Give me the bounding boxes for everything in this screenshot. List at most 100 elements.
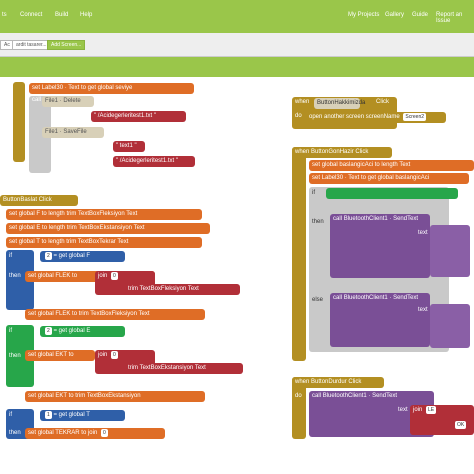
num1-value: 1 (45, 411, 52, 419)
else-kw-2: else (9, 393, 21, 399)
file1-savefile-ref[interactable]: File1 · SaveFile (42, 127, 104, 138)
filename-string[interactable]: " /Acidegerleritest1.txt " (91, 111, 186, 122)
global-f-ref: global F (18, 211, 41, 217)
length-kw-t: length (48, 239, 65, 245)
length-keyword: length (381, 162, 398, 168)
trim-ekstansiyon[interactable]: trim TextBoxEkstansiyon Text (125, 363, 243, 374)
filename-label: fileName (59, 112, 83, 118)
ok-value: OK (455, 421, 467, 429)
num2-value: 2 (45, 252, 52, 260)
set-global-ekt-2[interactable]: set global EKT to trim TextBoxEkstansiyo… (25, 391, 205, 402)
global-flek-ref: global FLEK (37, 273, 71, 279)
bluetooth-ref-3: BluetoothClient1 (322, 393, 367, 399)
bluetooth-ref-2: BluetoothClient1 (343, 295, 388, 301)
global-flek-ref-2: global FLEK (37, 311, 71, 317)
delete-method: Delete (63, 98, 81, 104)
trim-kw-ekt: trim (128, 365, 138, 371)
get-kw-e: get (58, 328, 67, 334)
tb-fleksiyon-ref-3: TextBoxFleksiyon (90, 311, 137, 317)
le-value: LE (426, 406, 437, 414)
when-gonhazir-click[interactable]: when ButtonGonHazir Click (292, 147, 392, 158)
block-group-save[interactable]: set Label30 · Text to get global seviye … (13, 82, 195, 182)
global-t-ref-2: global T (68, 412, 90, 418)
text-prop-e: Text (133, 225, 145, 231)
set-keyword-2: set (312, 162, 321, 168)
join-block-2[interactable] (430, 304, 470, 348)
set-global-baslangic[interactable]: set global baslangicAci to length Text (309, 160, 474, 171)
add-screen-button[interactable]: Add Screen... (47, 40, 86, 50)
set-global-ekt[interactable]: set global EKT to (25, 350, 95, 361)
eq-op-2: = (53, 328, 57, 334)
set-label30-text[interactable]: set Label30 · Text to get global baslang… (309, 173, 469, 184)
set-kw-f: set (9, 211, 18, 217)
link-report-issue[interactable]: Report an Issue (436, 12, 474, 24)
when-baslat-click[interactable]: ButtonBaslat Click (0, 195, 78, 206)
sendtext-method-3: SendText (372, 393, 398, 399)
block-group-durdur[interactable]: when ButtonDurdur Click do call Bluetoot… (292, 377, 474, 447)
tb-tekrar-ref: TextBoxTekrar (77, 239, 116, 245)
link-gallery[interactable]: Gallery (385, 12, 404, 18)
menu-build[interactable]: Build (55, 12, 68, 18)
block-group-hakkimizda[interactable]: when ButtonHakkimizda Click do open anot… (292, 97, 446, 129)
length-kw-e: length (48, 225, 66, 231)
join-block[interactable] (430, 225, 470, 277)
when-durdur-click[interactable]: when ButtonDurdur Click (292, 377, 384, 388)
trim-kw-ekt-2: trim (75, 393, 86, 399)
get-kw-t: get (58, 412, 67, 418)
hakkimizda-ref[interactable]: ButtonHakkimizda (314, 98, 365, 109)
text1-string[interactable]: " text1 " (113, 141, 145, 152)
then-kw-1: then (9, 273, 21, 279)
join-kw-durdur: join (413, 407, 423, 413)
file1-name: File1 (45, 98, 59, 104)
set-global-e[interactable]: set global E to length trim TextBoxEksta… (6, 223, 210, 234)
link-my-projects[interactable]: My Projects (348, 12, 379, 18)
if-kw-1: if (9, 253, 12, 259)
set-global-f[interactable]: set global F to length trim TextBoxFleks… (6, 209, 202, 220)
set-kw-ekt-2: set (28, 393, 37, 399)
bluetooth-sendtext-block[interactable]: call BluetoothClient1 · SendText (330, 214, 430, 278)
tb-ekstansiyon-ref-3: TextBoxEkstansiyon (86, 393, 141, 399)
trim-kw-t: trim (66, 239, 77, 245)
menu-item-1[interactable]: ts (2, 12, 7, 18)
to-kw-ekt: to (68, 352, 74, 358)
open-screen-block[interactable]: open another screen screenName Screen2 (306, 112, 446, 123)
global-tekrar-ref: global TEKRAR (37, 430, 80, 436)
blocks-workspace[interactable]: set Label30 · Text to get global seviye … (0, 77, 474, 474)
block-group-baslat[interactable]: ButtonBaslat Click set global F to lengt… (0, 195, 270, 474)
filename-string-2[interactable]: " /Acidegerleritest1.txt " (113, 156, 195, 167)
text-arg-label-4: text (398, 407, 408, 413)
link-guide[interactable]: Guide (412, 12, 428, 18)
to-kw-tekrar: to (81, 430, 87, 436)
compare-e[interactable]: 2 = get global E (40, 326, 125, 337)
when-keyword-3: when (295, 379, 310, 385)
set-kw-e: set (9, 225, 18, 231)
set-global-flek-2[interactable]: set global FLEK to trim TextBoxFleksiyon… (25, 309, 205, 320)
ok-string[interactable]: OK (450, 420, 474, 431)
compare-f[interactable]: 2 = get global F (40, 251, 125, 262)
to-kw-e: to (42, 225, 48, 231)
file1-delete-ref[interactable]: File1 · Delete (42, 96, 94, 107)
set-global-t[interactable]: set global T to length trim TextBoxTekra… (6, 237, 202, 248)
trim-kw-flek-2: trim (78, 311, 89, 317)
to-kw-ekt-2: to (68, 393, 74, 399)
if-kw-3: if (9, 412, 12, 418)
compare-block[interactable] (326, 188, 458, 199)
trim-fleksiyon[interactable]: trim TextBoxFleksiyon Text (125, 284, 240, 295)
click-keyword-2: Click (355, 149, 369, 155)
toolbar-button-2[interactable]: ardit tasarer... (12, 40, 51, 50)
to-kw-f: to (41, 211, 47, 217)
join-kw-ekt: join (98, 352, 108, 358)
menu-help[interactable]: Help (80, 12, 92, 18)
set-global-tekrar[interactable]: set global TEKRAR to join 0 (25, 428, 165, 439)
get-keyword: get (87, 85, 96, 91)
bluetooth-sendtext-block-2[interactable]: call BluetoothClient1 · SendText (330, 293, 430, 347)
menu-connect[interactable]: Connect (20, 12, 42, 18)
gonhazir-event-spine (292, 147, 306, 361)
text-prop-3: Text (348, 175, 360, 181)
set-label30-block[interactable]: set Label30 · Text to get global seviye (29, 83, 194, 94)
compare-t[interactable]: 1 = get global T (40, 410, 125, 421)
to-keyword-2: to (374, 162, 380, 168)
then-kw-2: then (9, 353, 21, 359)
text-prop-ekt: Text (194, 365, 206, 371)
set-kw-tekrar: set (28, 430, 37, 436)
